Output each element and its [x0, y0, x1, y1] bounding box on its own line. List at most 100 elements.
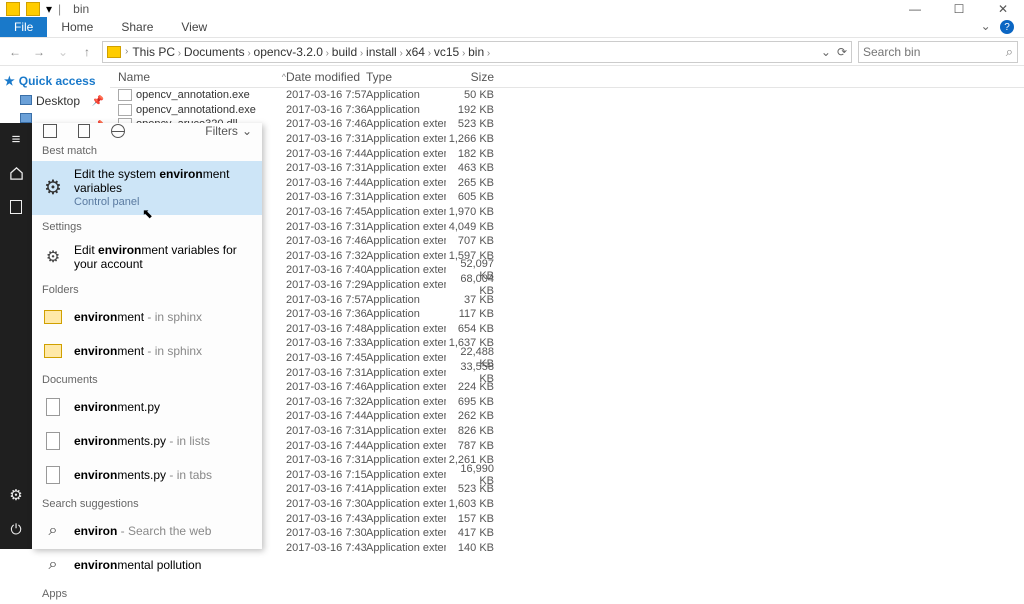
cell-size: 707 KB	[446, 235, 504, 247]
ribbon-tabs: File Home Share View ⌄ ?	[0, 18, 1024, 38]
table-row[interactable]: opencv_annotation.exe2017-03-16 7:57 A..…	[110, 88, 1024, 103]
breadcrumb-segment[interactable]: bin	[468, 45, 484, 59]
result-folder[interactable]: environment - in sphinx	[32, 334, 262, 368]
result-document[interactable]: environment.py	[32, 390, 262, 424]
cell-date: 2017-03-16 7:30 A...	[286, 527, 366, 539]
tab-view[interactable]: View	[167, 17, 221, 37]
cell-date: 2017-03-16 7:36 A...	[286, 308, 366, 320]
cell-type: Application extens...	[366, 527, 446, 539]
result-suggestion[interactable]: environ - Search the web	[32, 514, 262, 548]
minimize-button[interactable]: —	[900, 2, 930, 16]
web-filter-icon[interactable]	[110, 123, 126, 139]
chevron-right-icon: ›	[357, 48, 366, 59]
home-icon[interactable]	[8, 165, 24, 181]
col-name[interactable]: Name^	[110, 70, 286, 84]
maximize-button[interactable]: ☐	[944, 2, 974, 16]
cell-date: 2017-03-16 7:31 A...	[286, 162, 366, 174]
back-button[interactable]: ←	[6, 45, 24, 59]
breadcrumb-segment[interactable]: build	[332, 45, 357, 59]
cell-size: 192 KB	[446, 104, 504, 116]
search-field[interactable]	[863, 45, 1002, 59]
close-button[interactable]: ✕	[988, 2, 1018, 16]
cell-type: Application extens...	[366, 337, 446, 349]
tab-share[interactable]: Share	[107, 17, 167, 37]
breadcrumb-segment[interactable]: install	[366, 45, 397, 59]
result-folder[interactable]: environment - in sphinx	[32, 300, 262, 334]
cell-type: Application	[366, 89, 446, 101]
col-type[interactable]: Type	[366, 70, 446, 84]
result-title: environ - Search the web	[74, 524, 211, 538]
filters-dropdown[interactable]: Filters⌄	[205, 124, 252, 138]
cell-type: Application extens...	[366, 513, 446, 525]
cell-date: 2017-03-16 7:33 A...	[286, 337, 366, 349]
breadcrumb-segment[interactable]: Documents	[184, 45, 245, 59]
up-button[interactable]: ↑	[78, 45, 96, 59]
result-edit-user-env[interactable]: Edit environment variables for your acco…	[32, 237, 262, 278]
cell-date: 2017-03-16 7:44 A...	[286, 148, 366, 160]
cell-date: 2017-03-16 7:15 A...	[286, 469, 366, 481]
qat-dropdown-icon[interactable]: ▾	[46, 2, 52, 16]
cell-size: 117 KB	[446, 308, 504, 320]
cell-type: Application extens...	[366, 440, 446, 452]
ribbon-collapse-icon[interactable]: ⌄	[981, 19, 991, 33]
tab-home[interactable]: Home	[47, 17, 107, 37]
sidebar-item[interactable]: Desktop📌	[4, 92, 106, 110]
cell-type: Application extens...	[366, 425, 446, 437]
table-row[interactable]: opencv_annotationd.exe2017-03-16 7:36 A.…	[110, 103, 1024, 118]
chevron-right-icon: ›	[397, 48, 406, 59]
section-folders: Folders	[32, 278, 262, 300]
col-size[interactable]: Size	[446, 70, 504, 84]
cell-type: Application extens...	[366, 250, 446, 262]
result-document[interactable]: environments.py - in tabs	[32, 458, 262, 492]
cell-date: 2017-03-16 7:45 A...	[286, 206, 366, 218]
section-suggestions: Search suggestions	[32, 492, 262, 514]
result-title: environment - in sphinx	[74, 310, 202, 324]
breadcrumb-segment[interactable]: This PC	[132, 45, 175, 59]
documents-rail-icon[interactable]	[8, 199, 24, 215]
cell-date: 2017-03-16 7:44 A...	[286, 410, 366, 422]
cell-size: 417 KB	[446, 527, 504, 539]
result-document[interactable]: environments.py - in lists	[32, 424, 262, 458]
address-dropdown-icon[interactable]: ⌄	[821, 45, 831, 59]
cell-date: 2017-03-16 7:29 A...	[286, 279, 366, 291]
tab-file[interactable]: File	[0, 17, 47, 37]
result-suggestion[interactable]: environmental pollution	[32, 548, 262, 582]
help-icon[interactable]: ?	[1000, 20, 1014, 34]
breadcrumb-segment[interactable]: vc15	[434, 45, 459, 59]
result-icon	[42, 340, 64, 362]
apps-filter-icon[interactable]	[42, 123, 58, 139]
folder-icon	[20, 95, 32, 105]
power-rail-icon[interactable]	[8, 521, 24, 537]
cell-size: 523 KB	[446, 483, 504, 495]
forward-button[interactable]: →	[30, 45, 48, 59]
breadcrumb[interactable]: › This PC › Documents › opencv-3.2.0 › b…	[102, 41, 852, 63]
result-icon	[42, 430, 64, 452]
cell-date: 2017-03-16 7:32 A...	[286, 250, 366, 262]
cell-type: Application extens...	[366, 367, 446, 379]
cell-size: 262 KB	[446, 410, 504, 422]
cell-size: 1,970 KB	[446, 206, 504, 218]
result-edit-system-env[interactable]: Edit the system environment variables Co…	[32, 161, 262, 215]
refresh-button[interactable]: ⟳	[837, 45, 847, 59]
cell-type: Application extens...	[366, 206, 446, 218]
col-date[interactable]: Date modified	[286, 70, 366, 84]
search-input[interactable]	[858, 41, 1018, 63]
chevron-right-icon: ›	[484, 48, 490, 59]
cell-date: 2017-03-16 7:32 A...	[286, 396, 366, 408]
cell-date: 2017-03-16 7:57 A...	[286, 89, 366, 101]
settings-rail-icon[interactable]	[8, 487, 24, 503]
breadcrumb-segment[interactable]: x64	[406, 45, 425, 59]
breadcrumb-segment[interactable]: opencv-3.2.0	[254, 45, 323, 59]
cell-date: 2017-03-16 7:36 A...	[286, 104, 366, 116]
cell-type: Application	[366, 104, 446, 116]
documents-filter-icon[interactable]	[76, 123, 92, 139]
cell-date: 2017-03-16 7:41 A...	[286, 483, 366, 495]
cell-type: Application extens...	[366, 177, 446, 189]
recent-dropdown-icon[interactable]: ⌄	[54, 45, 72, 59]
cell-type: Application extens...	[366, 483, 446, 495]
cell-size: 265 KB	[446, 177, 504, 189]
hamburger-icon[interactable]	[8, 131, 24, 147]
cell-date: 2017-03-16 7:30 A...	[286, 498, 366, 510]
quick-access-header[interactable]: ★ Quick access	[4, 74, 106, 88]
cell-size: 605 KB	[446, 191, 504, 203]
